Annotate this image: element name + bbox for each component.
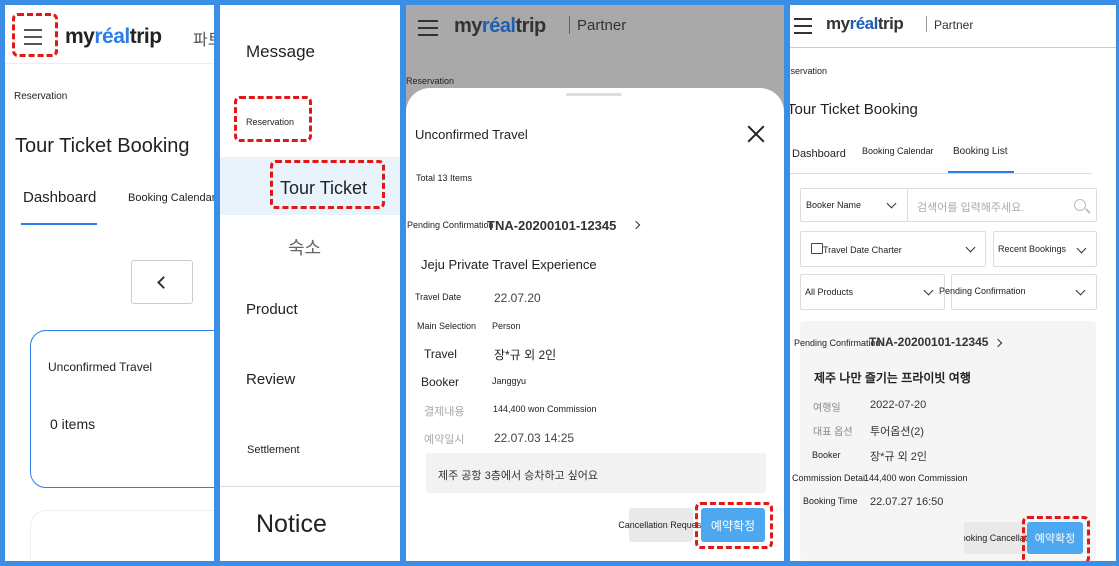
partner-label: 파트: [193, 32, 214, 49]
brand-logo: myréaltrip: [65, 25, 162, 48]
row-label: 여행일: [813, 403, 841, 414]
booking-number[interactable]: TNA-20200101-12345: [487, 218, 616, 233]
header-separator: [926, 16, 927, 32]
menu-divider: [220, 486, 400, 487]
row-label: 예약일시: [424, 434, 465, 446]
product-name: Jeju Private Travel Experience: [421, 257, 597, 272]
highlight-reservation: [234, 96, 312, 142]
row-value: Person: [492, 321, 521, 331]
tab-active-underline: [21, 223, 97, 225]
chevron-down-icon: [886, 198, 897, 209]
highlight-confirm: [1022, 516, 1090, 561]
search-icon: [1074, 199, 1086, 211]
unconfirmed-card[interactable]: [30, 330, 214, 488]
menu-settlement[interactable]: Settlement: [247, 444, 300, 456]
tab-dashboard[interactable]: Dashboard: [23, 189, 96, 206]
date-filter-select[interactable]: Travel Date Charter: [800, 231, 986, 267]
screen-dashboard: myréaltrip 파트 Reservation Tour Ticket Bo…: [5, 5, 214, 561]
row-value: 22.07.03 14:25: [494, 431, 575, 445]
row-label: 결제내용: [424, 406, 465, 418]
card-title: Unconfirmed Travel: [48, 360, 153, 374]
row-value: 144,400 won Commission: [493, 404, 597, 414]
booking-cancellation-button[interactable]: Booking Cancellation: [964, 522, 1030, 554]
request-note: 제주 공항 3층에서 승차하고 싶어요: [438, 470, 599, 482]
row-value: Janggyu: [492, 376, 527, 386]
row-value: 장*규 외 2인: [494, 348, 557, 362]
row-label: Travel: [424, 347, 457, 361]
cancellation-request-button[interactable]: Cancellation Request: [618, 508, 704, 542]
brand-logo: myréaltrip: [826, 14, 904, 33]
brand-logo: myréaltrip: [454, 15, 546, 37]
row-value: 2022-07-20: [870, 399, 927, 411]
screen-menu: Message Reservation Tour Ticket 숙소 Produ…: [220, 5, 400, 561]
search-type-select[interactable]: Booker Name: [800, 188, 908, 222]
breadcrumb[interactable]: Reservation: [14, 91, 67, 102]
menu-review[interactable]: Review: [246, 371, 295, 388]
row-label: Booking Time: [803, 496, 858, 506]
search-input[interactable]: 검색어를 입력해주세요.: [907, 188, 1097, 222]
chevron-down-icon: [923, 285, 934, 296]
prev-button[interactable]: [131, 260, 193, 304]
card-count: 0 items: [50, 416, 96, 432]
row-label: Commission Details: [792, 473, 865, 483]
row-value: 22.07.20: [494, 291, 541, 305]
menu-lodging[interactable]: 숙소: [288, 234, 321, 260]
close-icon[interactable]: [747, 125, 765, 143]
sort-filter-select[interactable]: Recent Bookings: [993, 231, 1097, 267]
hamburger-icon[interactable]: [794, 18, 812, 39]
row-label: Booker: [421, 375, 460, 389]
tab-booking-list[interactable]: Booking List: [953, 146, 1007, 157]
row-label: Booker: [812, 450, 841, 460]
tab-booking-calendar[interactable]: Booking Calendar: [128, 192, 214, 204]
hamburger-icon[interactable]: [418, 20, 438, 41]
row-label: Travel Date: [415, 292, 462, 302]
chevron-down-icon: [1076, 243, 1087, 254]
row-label: Main Selection: [417, 321, 477, 331]
partner-label: Partner: [934, 18, 974, 32]
tab-booking-calendar[interactable]: Booking Calendar: [862, 146, 934, 156]
page-title: Tour Ticket Booking: [15, 135, 190, 157]
row-value: 투어옵션(2): [870, 426, 924, 438]
row-label: 대표 옵션: [813, 427, 853, 438]
row-value: 144,400 won Commission: [864, 473, 968, 483]
breadcrumb[interactable]: Reservation: [406, 76, 454, 86]
product-filter-select[interactable]: All Products: [800, 274, 945, 310]
header-divider: [790, 47, 1116, 48]
menu-product[interactable]: Product: [246, 301, 298, 318]
partner-label: Partner: [577, 17, 627, 34]
tabs-divider: [790, 173, 1092, 174]
booking-number[interactable]: TNA-20200101-12345: [869, 335, 988, 349]
tab-active-underline: [948, 171, 1014, 173]
highlight-menu: [12, 13, 58, 57]
header-divider: [5, 63, 214, 64]
highlight-tour-ticket: [270, 160, 385, 209]
chevron-left-icon: [157, 276, 170, 289]
row-value: 장*규 외 2인: [870, 451, 927, 463]
page-title: Tour Ticket Booking: [790, 101, 918, 118]
next-card: [30, 510, 214, 561]
status-label: Pending Confirmation: [407, 220, 494, 230]
status-filter-select[interactable]: Pending Confirmation: [939, 274, 1097, 310]
tab-dashboard[interactable]: Dashboard: [792, 148, 846, 160]
header-separator: [569, 16, 570, 34]
sheet-title: Unconfirmed Travel: [415, 127, 528, 142]
screen-booking-sheet: myréaltrip Partner Reservation Unconfirm…: [406, 5, 784, 561]
menu-notice[interactable]: Notice: [256, 510, 327, 539]
sheet-handle[interactable]: [566, 93, 622, 96]
breadcrumb[interactable]: Reservation: [790, 66, 827, 76]
screen-booking-list: myréaltrip Partner Reservation Tour Tick…: [790, 5, 1116, 561]
highlight-confirm: [695, 502, 773, 549]
menu-message[interactable]: Message: [246, 42, 315, 62]
calendar-icon: [811, 243, 823, 254]
status-label: Pending Confirmation: [794, 338, 881, 348]
row-value: 22.07.27 16:50: [870, 496, 944, 508]
total-count: Total 13 Items: [416, 173, 473, 183]
chevron-down-icon: [965, 242, 976, 253]
chevron-down-icon: [1075, 285, 1086, 296]
product-name: 제주 나만 즐기는 프라이빗 여행: [814, 371, 971, 385]
